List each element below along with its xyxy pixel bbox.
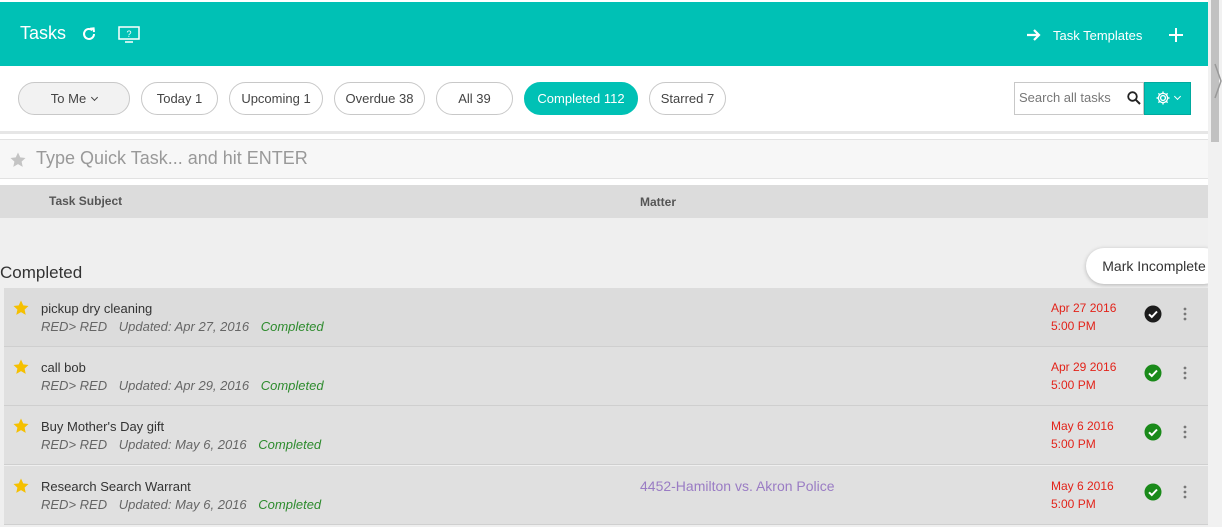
refresh-icon[interactable] (80, 25, 98, 43)
table-row[interactable]: Research Search Warrant RED> RED Updated… (4, 466, 1208, 525)
task-due-date: May 6 2016 5:00 PM (1051, 417, 1114, 453)
task-date: Apr 29 2016 (1051, 360, 1117, 374)
filter-completed[interactable]: Completed 112 (524, 82, 638, 115)
task-assignee: RED> RED (41, 319, 108, 334)
task-meta: RED> RED Updated: May 6, 2016 Completed (41, 497, 329, 512)
more-vertical-icon[interactable] (1180, 306, 1190, 322)
task-due-date: Apr 29 2016 5:00 PM (1051, 358, 1116, 394)
column-header: Task Subject Matter (0, 185, 1208, 218)
task-meta: RED> RED Updated: Apr 27, 2016 Completed (41, 319, 332, 334)
task-time: 5:00 PM (1051, 437, 1096, 451)
gear-icon (1156, 91, 1170, 105)
check-circle-icon[interactable] (1144, 305, 1162, 323)
to-me-dropdown[interactable]: To Me (18, 82, 130, 115)
task-date: May 6 2016 (1051, 479, 1114, 493)
search-icon[interactable] (1127, 91, 1141, 105)
task-meta: RED> RED Updated: May 6, 2016 Completed (41, 437, 329, 452)
search-input[interactable] (1019, 90, 1123, 105)
plus-icon[interactable] (1168, 27, 1184, 43)
filter-bar: To Me Today 1 Upcoming 1 Overdue 38 All … (0, 66, 1208, 134)
task-time: 5:00 PM (1051, 319, 1096, 333)
star-icon[interactable] (12, 299, 30, 317)
task-date: May 6 2016 (1051, 419, 1114, 433)
table-row[interactable]: call bob RED> RED Updated: Apr 29, 2016 … (4, 347, 1208, 406)
column-matter[interactable]: Matter (640, 195, 676, 209)
to-me-label: To Me (50, 91, 87, 106)
task-date: Apr 27 2016 (1051, 301, 1117, 315)
task-meta: RED> RED Updated: Apr 29, 2016 Completed (41, 378, 332, 393)
chevron-down-icon (1173, 92, 1182, 101)
chevron-right-icon[interactable] (1214, 62, 1222, 100)
task-updated: Updated: May 6, 2016 (118, 437, 247, 452)
task-time: 5:00 PM (1051, 378, 1096, 392)
task-status: Completed (260, 319, 324, 334)
star-icon[interactable] (12, 358, 30, 376)
arrow-right-icon[interactable] (1026, 28, 1042, 42)
task-title[interactable]: call bob (41, 360, 86, 375)
task-due-date: May 6 2016 5:00 PM (1051, 477, 1114, 513)
svg-text:?: ? (126, 29, 131, 39)
more-vertical-icon[interactable] (1180, 365, 1190, 381)
column-task-subject[interactable]: Task Subject (49, 194, 122, 208)
task-templates-link[interactable]: Task Templates (1053, 28, 1142, 43)
section-title: Completed (0, 263, 83, 282)
app-header: Tasks ? Task Templates (0, 2, 1208, 66)
task-title[interactable]: Research Search Warrant (41, 479, 191, 494)
task-title[interactable]: Buy Mother's Day gift (41, 419, 164, 434)
check-circle-icon[interactable] (1144, 483, 1162, 501)
quick-task-input[interactable] (36, 148, 736, 169)
mark-incomplete-tooltip: Mark Incomplete (1086, 248, 1222, 284)
task-status: Completed (258, 497, 322, 512)
task-updated: Updated: Apr 29, 2016 (118, 378, 250, 393)
star-icon[interactable] (12, 477, 30, 495)
table-row[interactable]: pickup dry cleaning RED> RED Updated: Ap… (4, 288, 1208, 347)
more-vertical-icon[interactable] (1180, 424, 1190, 440)
star-icon[interactable] (9, 151, 27, 169)
task-status: Completed (260, 378, 324, 393)
task-updated: Updated: May 6, 2016 (118, 497, 247, 512)
filter-overdue[interactable]: Overdue 38 (334, 82, 425, 115)
search-box (1014, 82, 1144, 115)
table-row[interactable]: Buy Mother's Day gift RED> RED Updated: … (4, 406, 1208, 465)
filter-upcoming[interactable]: Upcoming 1 (229, 82, 323, 115)
filter-today[interactable]: Today 1 (141, 82, 218, 115)
filter-all[interactable]: All 39 (436, 82, 513, 115)
settings-dropdown-button[interactable] (1144, 82, 1191, 115)
task-status: Completed (258, 437, 322, 452)
help-icon[interactable]: ? (118, 26, 140, 43)
star-icon[interactable] (12, 417, 30, 435)
page-title: Tasks (20, 23, 67, 43)
task-updated: Updated: Apr 27, 2016 (118, 319, 250, 334)
task-time: 5:00 PM (1051, 497, 1096, 511)
quick-task-bar (0, 139, 1208, 179)
chevron-down-icon (91, 93, 99, 101)
check-circle-icon[interactable] (1144, 423, 1162, 441)
task-assignee: RED> RED (41, 497, 108, 512)
check-circle-icon[interactable] (1144, 364, 1162, 382)
task-assignee: RED> RED (41, 378, 108, 393)
task-assignee: RED> RED (41, 437, 108, 452)
task-matter-link[interactable]: 4452-Hamilton vs. Akron Police (640, 478, 835, 494)
filter-starred[interactable]: Starred 7 (649, 82, 726, 115)
more-vertical-icon[interactable] (1180, 484, 1190, 500)
task-due-date: Apr 27 2016 5:00 PM (1051, 299, 1116, 335)
task-title[interactable]: pickup dry cleaning (41, 301, 152, 316)
